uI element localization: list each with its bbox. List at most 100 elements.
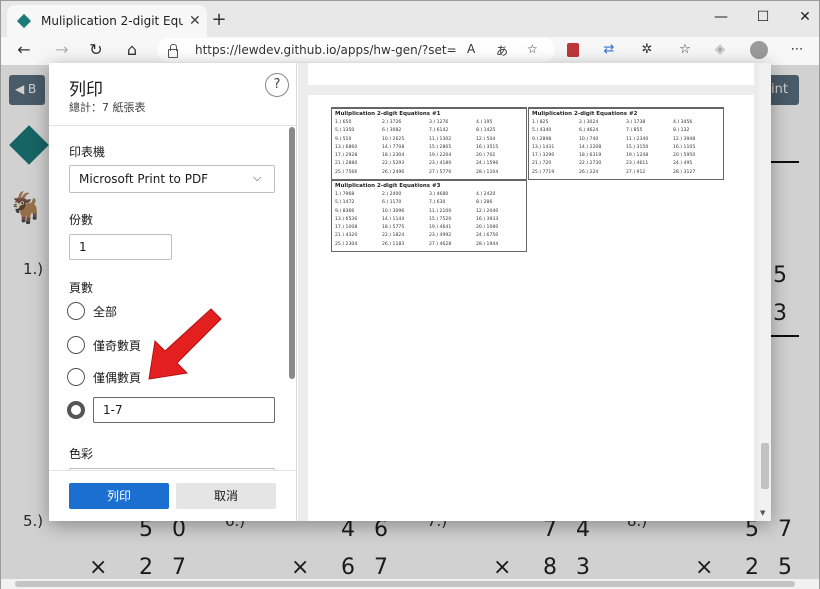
print-dialog: 列印 總計：7 紙張表 ? 印表機 Microsoft Print to PDF… [49, 63, 771, 521]
worksheet-answer: 1.) 825 [532, 120, 549, 125]
worksheet-answer: 17.) 1008 [335, 225, 358, 231]
lock-icon[interactable] [167, 44, 178, 58]
tab-active[interactable]: Muliplication 2-digit Equations ✕ [7, 5, 207, 37]
dialog-title: 列印 [69, 80, 103, 100]
previous-page-sheet [308, 63, 754, 85]
scroll-down-arrow-icon[interactable]: ▼ [760, 509, 765, 517]
worksheet-answer: 2.) 3726 [382, 120, 402, 125]
worksheet-answer: 10.) 2625 [382, 136, 405, 142]
worksheet-answer: 24.) 6750 [476, 233, 499, 239]
worksheet-answer: 13.) 6536 [335, 216, 358, 222]
radio-all-label: 全部 [93, 304, 118, 319]
forward-arrow-icon[interactable]: → [51, 39, 73, 61]
worksheet-answer: 27.) 912 [626, 169, 646, 175]
home-icon[interactable]: ⌂ [121, 39, 143, 61]
worksheet-answer: 4.) 195 [476, 120, 493, 125]
worksheet-answer: 26.) 2496 [382, 169, 405, 175]
worksheet-answer: 6.) 3082 [382, 128, 402, 134]
url-text[interactable]: https://lewdev.github.io/apps/hw-gen/?se… [195, 43, 457, 57]
more-menu-icon[interactable]: ⋯ [789, 42, 805, 58]
read-aloud-icon[interactable]: A [467, 42, 475, 56]
worksheet-1-title: Muliplication 2-digit Equations #1 [335, 111, 441, 117]
color-label: 色彩 [69, 447, 94, 461]
address-bar[interactable]: https://lewdev.github.io/apps/hw-gen/?se… [157, 38, 555, 62]
translator-extension-icon[interactable]: ⇄ [601, 42, 617, 58]
worksheet-answer: 5.) 4340 [532, 128, 552, 134]
worksheet-answer: 21.) 4320 [335, 233, 358, 239]
add-favorite-icon[interactable]: ☆ [527, 42, 538, 56]
page-range-input[interactable]: 1-7 [93, 397, 275, 423]
worksheet-1: Muliplication 2-digit Equations #1 1.) 6… [331, 107, 527, 181]
print-button[interactable]: 列印 [69, 483, 169, 509]
settings-scroll-thumb[interactable] [289, 127, 295, 379]
worksheet-answer: 8.) 286 [476, 200, 493, 206]
worksheet-answer: 22.) 5293 [382, 161, 405, 167]
worksheet-answer: 22.) 2730 [579, 161, 602, 167]
new-tab-button[interactable]: + [209, 9, 229, 30]
back-arrow-icon[interactable]: ← [13, 39, 35, 61]
worksheet-answer: 28.) 1944 [476, 241, 499, 247]
radio-even[interactable] [67, 368, 85, 386]
worksheet-answer: 26.) 224 [579, 169, 599, 175]
radio-custom[interactable] [67, 401, 85, 419]
worksheet-answer: 11.) 2100 [429, 208, 452, 214]
page-horizontal-scroll-thumb[interactable] [15, 581, 795, 587]
print-settings-panel: 列印 總計：7 紙張表 ? 印表機 Microsoft Print to PDF… [49, 63, 297, 521]
worksheet-3-grid: 1.) 7968 2.) 2400 3.) 4680 4.) 2420 5.) 1472… [332, 191, 526, 251]
pages-option-custom[interactable] [67, 401, 93, 419]
close-window-button[interactable]: ✕ [795, 9, 815, 25]
worksheet-answer: 23.) 4992 [429, 233, 452, 239]
worksheet-answer: 24.) 495 [673, 161, 693, 167]
worksheet-answer: 12.) 3948 [673, 136, 696, 142]
tab-strip: Muliplication 2-digit Equations ✕ + — ☐ … [1, 1, 819, 37]
worksheet-answer: 24.) 1596 [476, 161, 499, 167]
worksheet-answer: 22.) 1824 [382, 233, 405, 239]
dialog-footer: 列印 取消 [49, 470, 296, 521]
worksheet-answer: 7.) 855 [626, 128, 643, 134]
extensions-puzzle-icon[interactable]: ✲ [639, 42, 655, 58]
extension-red-icon[interactable] [567, 43, 579, 57]
chevron-down-icon: ⌵ [253, 171, 262, 184]
print-preview: Muliplication 2-digit Equations #1 1.) 6… [298, 63, 771, 521]
worksheet-answer: 3.) 1738 [626, 120, 646, 125]
worksheet-answer: 1.) 7968 [335, 192, 355, 197]
pages-option-even[interactable]: 僅偶數頁 [67, 368, 141, 386]
refresh-icon[interactable]: ↻ [85, 39, 107, 61]
worksheet-answer: 19.) 2204 [429, 153, 452, 159]
pages-label: 頁數 [69, 281, 94, 295]
worksheet-answer: 20.) 1080 [476, 225, 499, 231]
worksheet-answer: 28.) 3127 [673, 169, 696, 175]
worksheet-answer: 27.) 5776 [429, 169, 452, 175]
worksheet-answer: 10.) 740 [579, 136, 599, 142]
worksheet-answer: 13.) 6860 [335, 144, 358, 150]
worksheet-1-grid: 1.) 650 2.) 3726 3.) 1276 4.) 195 5.) 1350 6.… [332, 119, 526, 179]
help-button[interactable]: ? [265, 73, 289, 97]
sheet-count: 總計：7 紙張表 [69, 101, 146, 114]
worksheet-answer: 6.) 4624 [579, 128, 599, 134]
tab-title: Muliplication 2-digit Equations [41, 14, 183, 28]
worksheet-answer: 25.) 7719 [532, 169, 555, 175]
copies-input[interactable]: 1 [69, 234, 172, 260]
preview-page: Muliplication 2-digit Equations #1 1.) 6… [308, 95, 754, 521]
collections-icon[interactable]: ◈ [712, 42, 728, 58]
radio-all[interactable] [67, 302, 85, 320]
maximize-button[interactable]: ☐ [753, 9, 773, 25]
printer-select[interactable]: Microsoft Print to PDF [69, 165, 275, 193]
worksheet-answer: 12.) 504 [476, 136, 496, 142]
worksheet-2-title: Muliplication 2-digit Equations #2 [532, 111, 638, 117]
radio-odd[interactable] [67, 336, 85, 354]
pages-option-odd[interactable]: 僅奇數頁 [67, 336, 141, 354]
minimize-button[interactable]: — [711, 9, 731, 25]
worksheet-answer: 20.) 5950 [673, 153, 696, 159]
favorites-icon[interactable]: ☆ [677, 42, 693, 58]
worksheet-answer: 16.) 1105 [673, 144, 696, 150]
profile-avatar[interactable] [750, 41, 768, 59]
translate-icon[interactable]: あ [496, 42, 508, 59]
pages-option-all[interactable]: 全部 [67, 302, 117, 320]
cancel-button[interactable]: 取消 [176, 483, 276, 509]
worksheet-answer: 17.) 3290 [532, 153, 555, 159]
worksheet-answer: 10.) 3096 [382, 208, 405, 214]
browser-toolbar: ← → ↻ ⌂ https://lewdev.github.io/apps/hw… [1, 37, 819, 65]
tab-close-icon[interactable]: ✕ [189, 13, 201, 29]
preview-scroll-thumb[interactable] [761, 443, 769, 489]
